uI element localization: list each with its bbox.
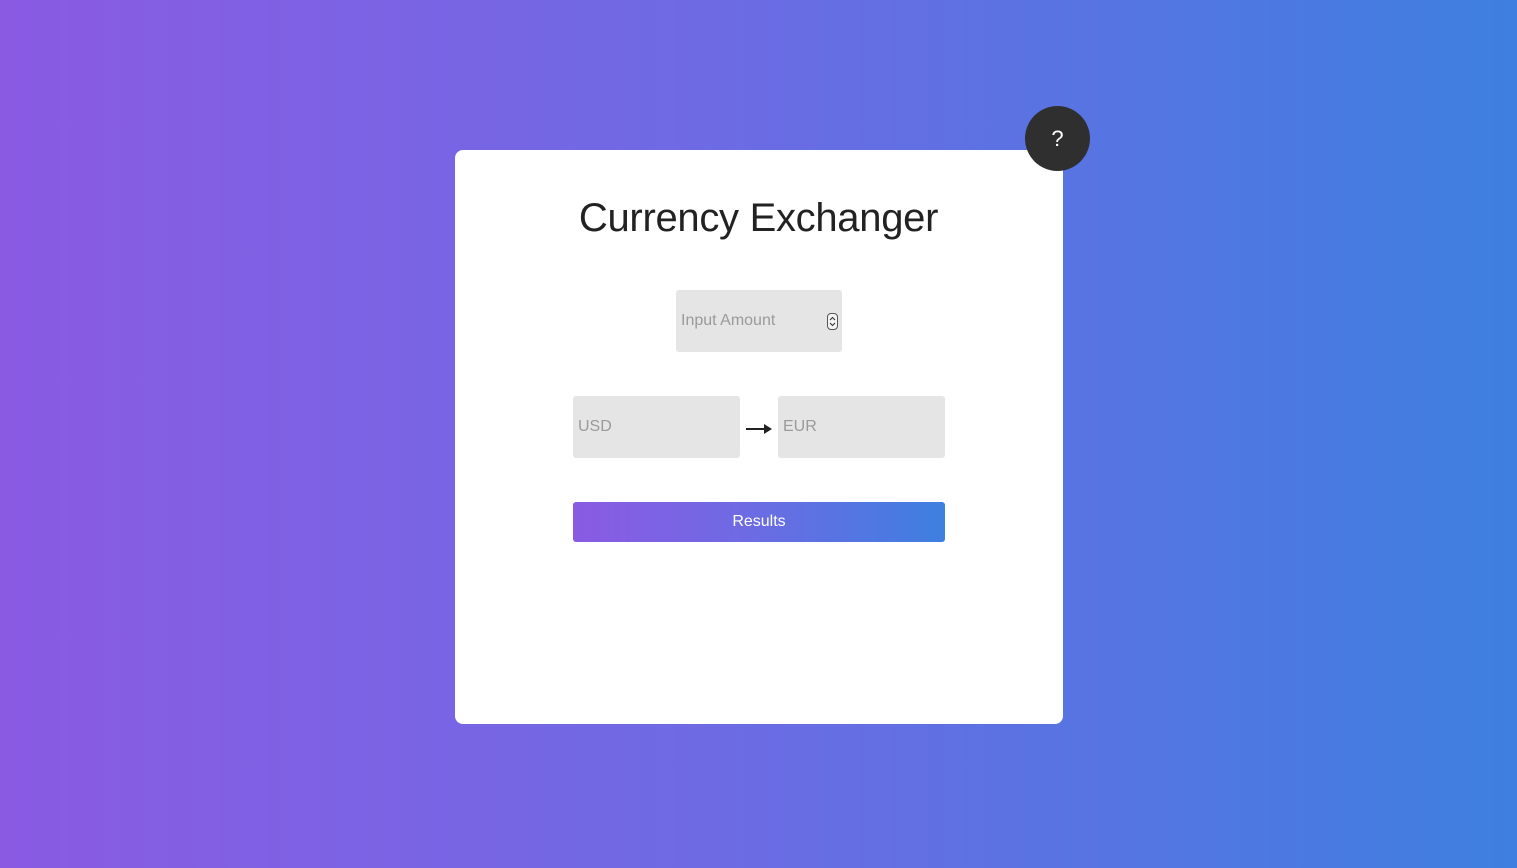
right-arrow-icon: [745, 421, 773, 437]
to-currency-placeholder: EUR: [783, 418, 817, 435]
from-currency-placeholder: USD: [578, 418, 612, 435]
amount-placeholder: Input Amount: [681, 312, 776, 329]
results-button-label: Results: [732, 513, 786, 530]
page-title: Currency Exchanger: [578, 196, 939, 240]
from-currency-input[interactable]: USD: [573, 396, 740, 458]
question-mark-icon: ?: [1051, 125, 1064, 151]
amount-input[interactable]: Input Amount: [676, 290, 842, 352]
results-button[interactable]: Results: [573, 502, 945, 542]
to-currency-input[interactable]: EUR: [778, 396, 945, 458]
up-down-stepper-icon[interactable]: [827, 313, 838, 330]
help-button[interactable]: ?: [1025, 106, 1090, 171]
